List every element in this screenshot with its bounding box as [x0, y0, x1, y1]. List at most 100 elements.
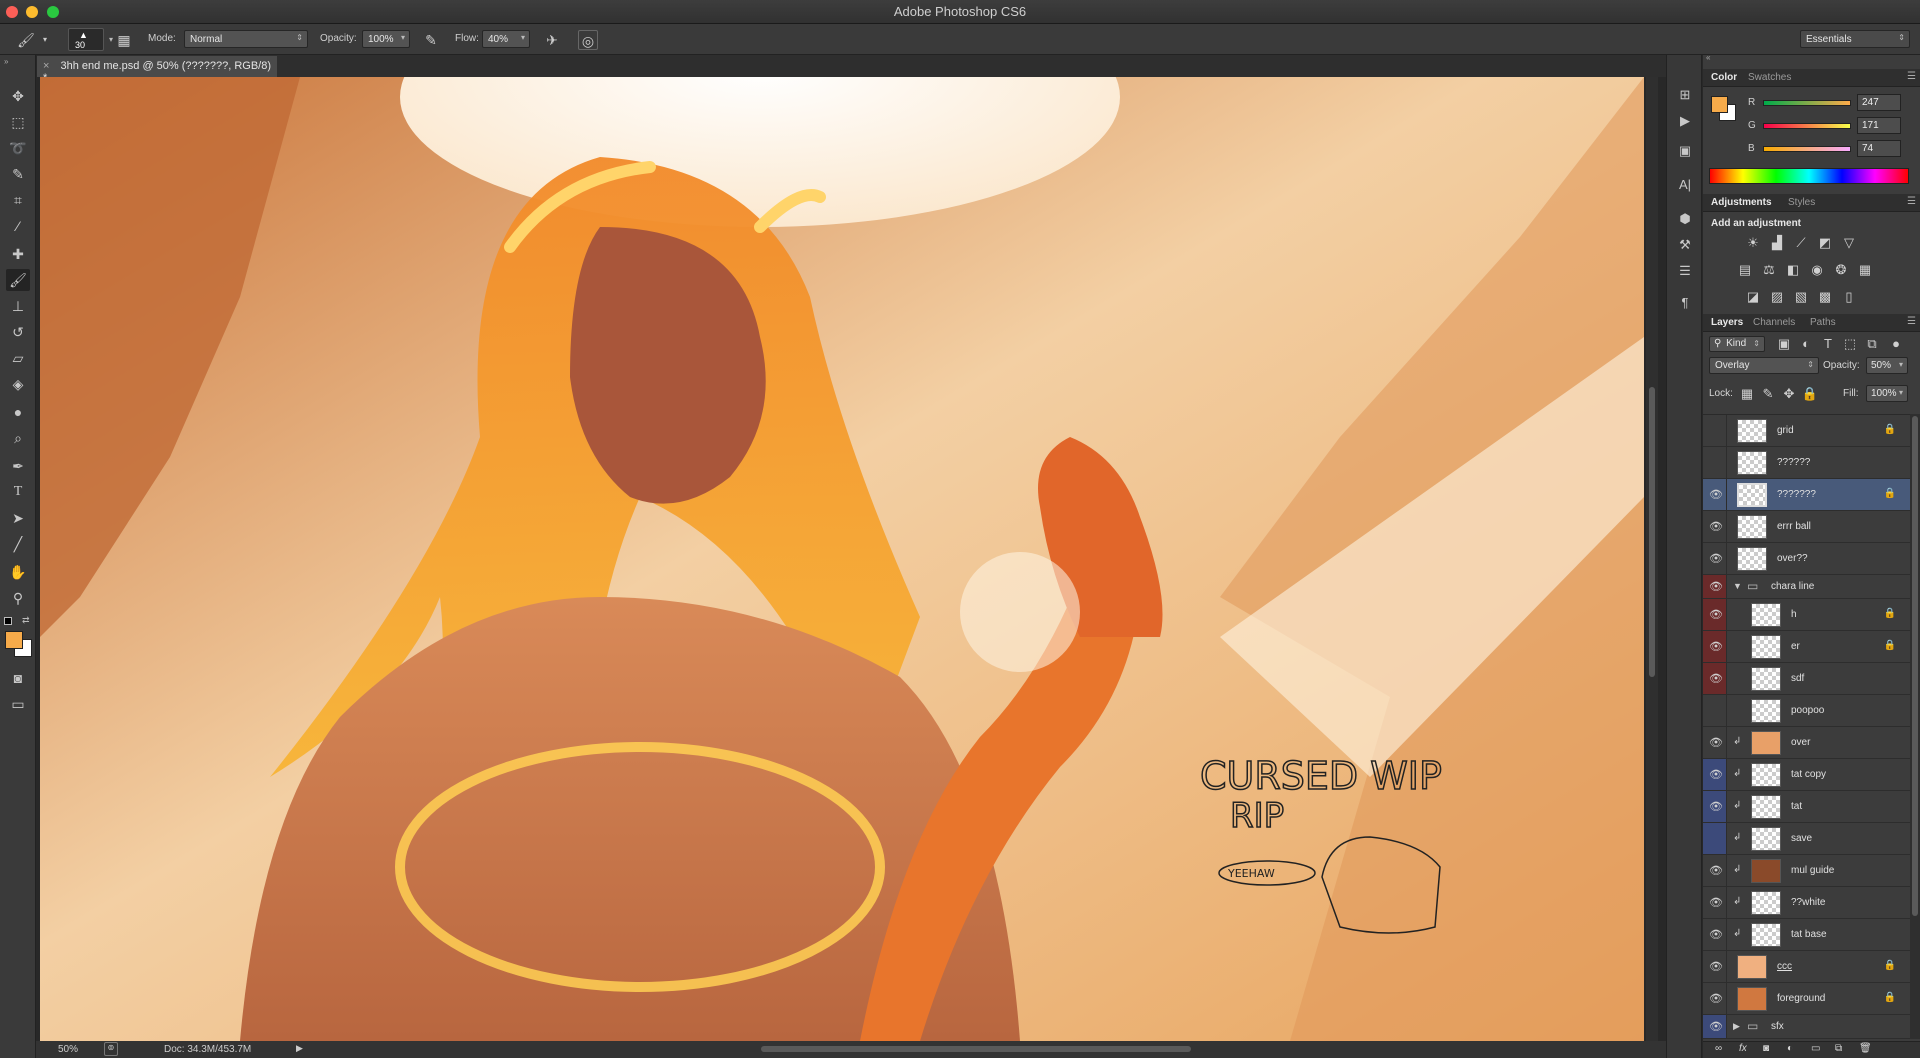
new-adjustment-layer-icon[interactable]: ◐: [1787, 1043, 1793, 1054]
brush-presets-panel-icon[interactable]: ⚒: [1675, 235, 1695, 255]
chevron-right-icon[interactable]: ▶: [1733, 1021, 1740, 1032]
photo-filter-icon[interactable]: ◉: [1808, 261, 1826, 279]
tab-layers[interactable]: Layers: [1711, 317, 1743, 328]
hue-saturation-icon[interactable]: ▤: [1736, 261, 1754, 279]
zoom-lens-tool-icon[interactable]: ⌕: [6, 427, 30, 449]
layer-row[interactable]: 👁 h 🔒: [1703, 599, 1910, 631]
layer-opacity-field[interactable]: 50% ▾: [1866, 357, 1908, 374]
vertical-scroll-thumb[interactable]: [1649, 387, 1655, 677]
layer-row[interactable]: ??????: [1703, 447, 1910, 479]
fill-field[interactable]: 100% ▾: [1866, 385, 1908, 402]
clone-stamp-tool-icon[interactable]: ⊥: [6, 295, 30, 317]
filter-adjustment-icon[interactable]: ◐: [1797, 335, 1815, 353]
filter-toggle-icon[interactable]: ●: [1887, 335, 1905, 353]
gradient-map-icon[interactable]: ▯: [1840, 288, 1858, 306]
layer-row[interactable]: 👁 ↲ tat: [1703, 791, 1910, 823]
tab-color[interactable]: Color: [1711, 72, 1737, 83]
swap-colors-icon[interactable]: ⇄: [22, 615, 30, 626]
filter-smart-object-icon[interactable]: ⧉: [1863, 335, 1881, 353]
invert-icon[interactable]: ◪: [1744, 288, 1762, 306]
delete-layer-icon[interactable]: 🗑: [1859, 1043, 1872, 1054]
character-panel-icon[interactable]: A|: [1675, 175, 1695, 195]
channel-mixer-icon[interactable]: ❂: [1832, 261, 1850, 279]
lasso-tool-icon[interactable]: ➰: [6, 137, 30, 159]
g-slider[interactable]: [1763, 123, 1851, 129]
collapse-right-panel-icon[interactable]: «: [1706, 53, 1710, 62]
path-selection-tool-icon[interactable]: ➤: [6, 507, 30, 529]
tab-swatches[interactable]: Swatches: [1748, 72, 1791, 83]
lock-position-icon[interactable]: ✥: [1780, 385, 1798, 403]
layer-row[interactable]: poopoo: [1703, 695, 1910, 727]
paint-bucket-tool-icon[interactable]: ◈: [6, 373, 30, 395]
layer-row[interactable]: 👁 foreground 🔒: [1703, 983, 1910, 1015]
visibility-toggle[interactable]: 👁: [1703, 663, 1727, 694]
layer-filter-kind[interactable]: ⚲ Kind ⇕: [1709, 336, 1765, 352]
chevron-down-icon[interactable]: ▾: [40, 30, 50, 50]
eraser-tool-icon[interactable]: ▱: [6, 347, 30, 369]
tab-paths[interactable]: Paths: [1810, 317, 1836, 328]
dodge-tool-icon[interactable]: ●: [6, 401, 30, 423]
lock-all-icon[interactable]: 🔒: [1801, 385, 1819, 403]
screen-mode-icon[interactable]: ▭: [6, 693, 30, 715]
link-layers-icon[interactable]: ∞: [1715, 1043, 1722, 1054]
visibility-toggle[interactable]: 👁: [1703, 543, 1727, 574]
3d-panel-icon[interactable]: ⬢: [1675, 209, 1695, 229]
r-value[interactable]: 247: [1857, 94, 1901, 111]
b-slider[interactable]: [1763, 146, 1851, 152]
visibility-toggle[interactable]: 👁: [1703, 887, 1727, 918]
canvas-vertical-scrollbar[interactable]: [1646, 77, 1658, 1041]
tab-adjustments[interactable]: Adjustments: [1711, 197, 1772, 208]
tab-styles[interactable]: Styles: [1788, 197, 1815, 208]
brush-panel-toggle-icon[interactable]: ▦: [114, 30, 134, 50]
brush-tool-icon[interactable]: 🖌: [6, 269, 30, 291]
visibility-toggle[interactable]: 👁: [1703, 631, 1727, 662]
zoom-tool-icon[interactable]: ⚲: [6, 587, 30, 609]
pen-tool-icon[interactable]: ✒: [6, 455, 30, 477]
quick-mask-icon[interactable]: ◙: [6, 667, 30, 689]
vibrance-icon[interactable]: ▽: [1840, 234, 1858, 252]
posterize-icon[interactable]: ▨: [1768, 288, 1786, 306]
visibility-toggle[interactable]: [1703, 447, 1727, 478]
visibility-toggle[interactable]: [1703, 415, 1727, 446]
filter-shape-icon[interactable]: ⬚: [1841, 335, 1859, 353]
flow-field[interactable]: 40% ▾: [482, 30, 530, 48]
add-mask-icon[interactable]: ◙: [1763, 1043, 1769, 1054]
panel-menu-icon[interactable]: ☰: [1907, 316, 1916, 327]
visibility-toggle[interactable]: 👁: [1703, 479, 1727, 510]
filter-type-icon[interactable]: T: [1819, 335, 1837, 353]
layers-scroll-thumb[interactable]: [1912, 416, 1918, 916]
brightness-contrast-icon[interactable]: ☀: [1744, 234, 1762, 252]
status-info-icon[interactable]: ⊚: [104, 1042, 118, 1056]
paragraph-panel-icon[interactable]: ¶: [1675, 293, 1695, 313]
type-tool-icon[interactable]: T: [6, 481, 30, 503]
workspace-switcher[interactable]: Essentials ⇕: [1800, 30, 1910, 48]
actions-panel-icon[interactable]: ▶: [1675, 111, 1695, 131]
panel-foreground-swatch[interactable]: [1711, 96, 1728, 113]
threshold-icon[interactable]: ▧: [1792, 288, 1810, 306]
layer-row[interactable]: 👁 er 🔒: [1703, 631, 1910, 663]
document-canvas[interactable]: CURSED WIP RIP YEEHAW: [40, 77, 1644, 1041]
lock-image-icon[interactable]: ✎: [1759, 385, 1777, 403]
b-value[interactable]: 74: [1857, 140, 1901, 157]
layer-row[interactable]: 👁 over??: [1703, 543, 1910, 575]
move-tool-icon[interactable]: ✥: [6, 85, 30, 107]
layer-row[interactable]: 👁 ↲ tat copy: [1703, 759, 1910, 791]
crop-tool-icon[interactable]: ⌗: [6, 189, 30, 211]
horizontal-scroll-thumb[interactable]: [761, 1046, 1191, 1052]
blend-mode-select[interactable]: Overlay ⇕: [1709, 357, 1819, 374]
layer-row-selected[interactable]: 👁 ??????? 🔒: [1703, 479, 1910, 511]
hand-tool-icon[interactable]: ✋: [6, 561, 30, 583]
layer-row[interactable]: 👁 errr ball: [1703, 511, 1910, 543]
visibility-toggle[interactable]: 👁: [1703, 727, 1727, 758]
pressure-size-icon[interactable]: ◎: [578, 30, 598, 50]
foreground-color-swatch[interactable]: [5, 631, 23, 649]
new-group-icon[interactable]: ▭: [1811, 1043, 1820, 1054]
visibility-toggle[interactable]: 👁: [1703, 983, 1727, 1014]
marquee-tool-icon[interactable]: ⬚: [6, 111, 30, 133]
visibility-toggle[interactable]: 👁: [1703, 919, 1727, 950]
color-ramp[interactable]: [1709, 168, 1909, 184]
levels-icon[interactable]: ▟: [1768, 234, 1786, 252]
close-tab-icon[interactable]: ×: [43, 60, 49, 72]
mode-select[interactable]: Normal ⇕: [184, 30, 308, 48]
layer-group-row[interactable]: 👁 ▶ ▭ sfx: [1703, 1015, 1910, 1039]
